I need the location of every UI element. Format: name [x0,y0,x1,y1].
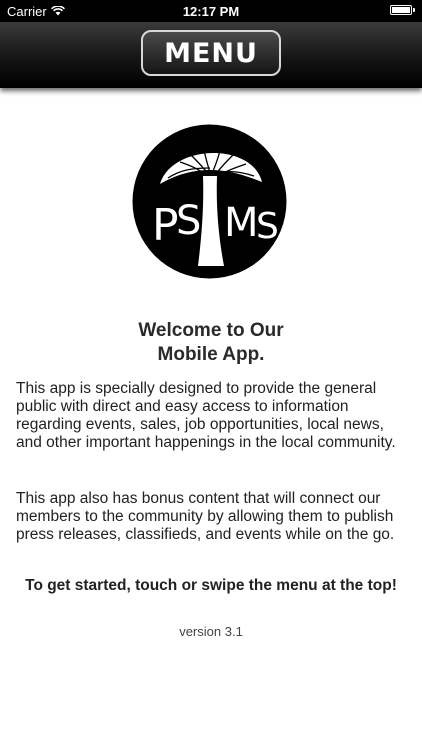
svg-text:S: S [176,198,201,244]
welcome-line-1: Welcome to Our [138,320,284,341]
svg-text:M: M [224,200,259,246]
svg-text:P: P [152,200,179,251]
header-bar: MENU [0,22,422,88]
svg-text:S: S [256,206,279,247]
intro-paragraph: This app is specially designed to provid… [16,380,396,451]
status-time: 12:17 PM [182,4,240,19]
welcome-heading: Welcome to Our Mobile App. [0,319,422,367]
get-started-text: To get started, touch or swipe the menu … [25,577,397,594]
version-label: version 3.1 [179,624,243,639]
bonus-paragraph: This app also has bonus content that wil… [16,490,395,543]
battery-fill [392,7,410,13]
status-bar: Carrier 12:17 PM [0,0,422,22]
welcome-line-2: Mobile App. [157,344,265,365]
menu-button[interactable]: MENU [141,30,281,76]
psms-logo: P S M S [132,124,287,279]
battery-icon [390,5,415,15]
